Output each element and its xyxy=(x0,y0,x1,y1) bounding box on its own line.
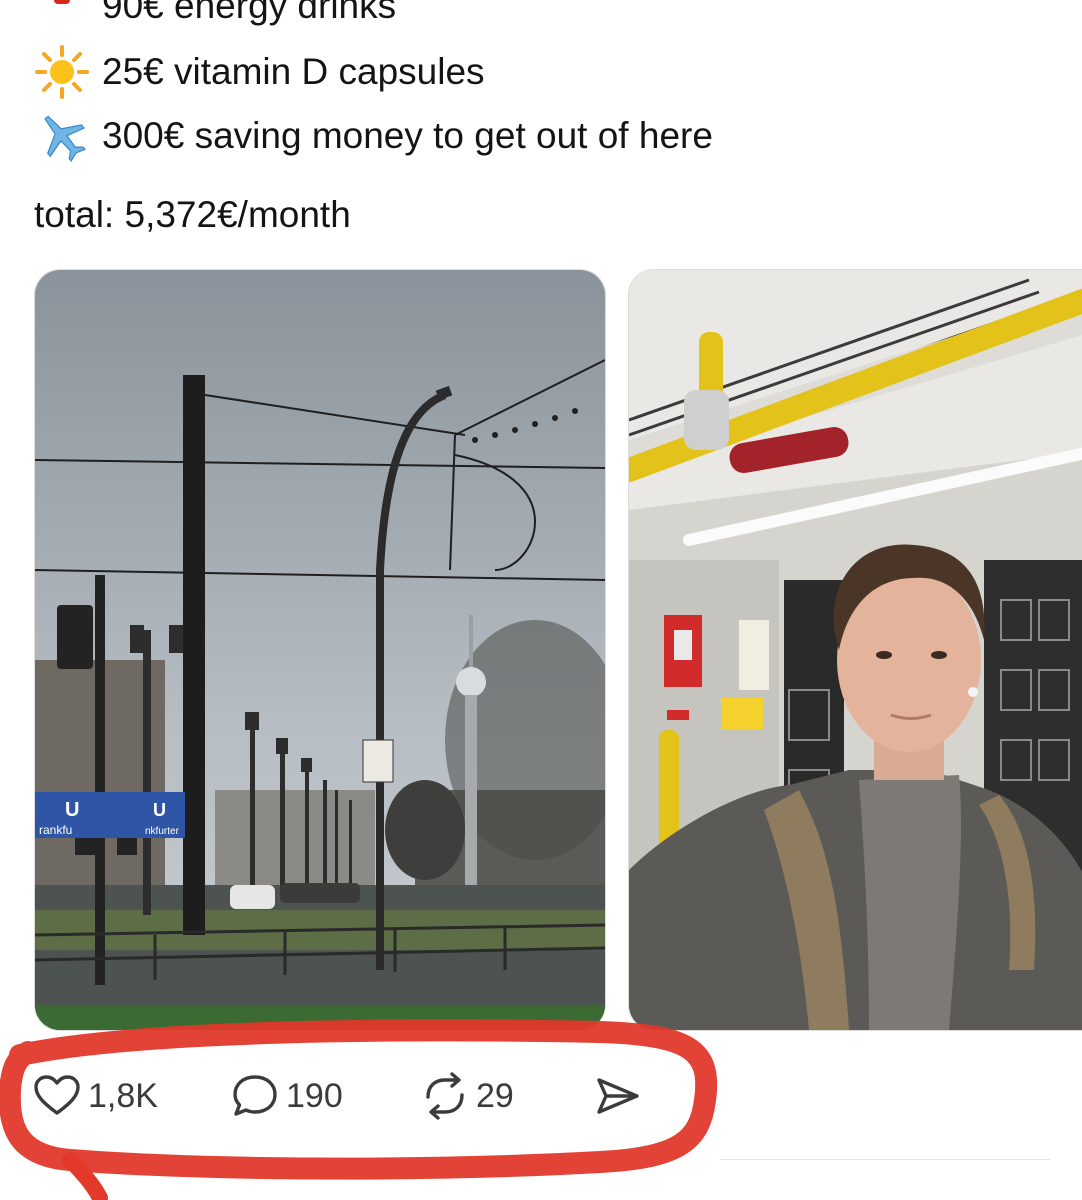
list-item: 90€ energy drinks xyxy=(34,0,396,34)
send-icon xyxy=(597,1078,639,1114)
station-name: rankfu xyxy=(39,823,72,837)
list-item-text: 25€ vitamin D capsules xyxy=(102,51,485,92)
reply-button[interactable]: 190 xyxy=(230,1068,343,1124)
station-name-2: nkfurter xyxy=(145,826,180,837)
post-view: 90€ energy drinks 25€ vitamin D capsules… xyxy=(0,0,1082,1200)
action-bar: 1,8K 190 29 xyxy=(0,1068,1082,1128)
tram-selfie-photo[interactable] xyxy=(628,269,1082,1031)
airplane-icon xyxy=(44,115,86,162)
reply-count: 190 xyxy=(286,1076,343,1115)
repost-icon xyxy=(426,1072,464,1120)
list-item: 25€ vitamin D capsules xyxy=(34,44,485,100)
station-letter-2: U xyxy=(153,800,166,820)
list-item: 300€ saving money to get out of here xyxy=(34,108,713,164)
divider xyxy=(720,1159,1050,1160)
list-item-text: 90€ energy drinks xyxy=(102,0,397,26)
share-button[interactable] xyxy=(592,1068,642,1124)
repost-count: 29 xyxy=(476,1076,514,1115)
repost-button[interactable]: 29 xyxy=(420,1068,514,1124)
comment-icon xyxy=(233,1075,277,1116)
sun-icon xyxy=(35,45,89,99)
red-can-icon xyxy=(54,0,70,4)
berlin-street-photo[interactable]: U rankfu U nkfurter xyxy=(34,269,606,1031)
total-text: total: 5,372€/month xyxy=(34,194,351,235)
like-count: 1,8K xyxy=(88,1076,158,1115)
like-button[interactable]: 1,8K xyxy=(32,1068,158,1124)
list-item-text: 300€ saving money to get out of here xyxy=(102,115,713,156)
station-letter: U xyxy=(65,799,79,821)
heart-icon xyxy=(34,1075,80,1115)
